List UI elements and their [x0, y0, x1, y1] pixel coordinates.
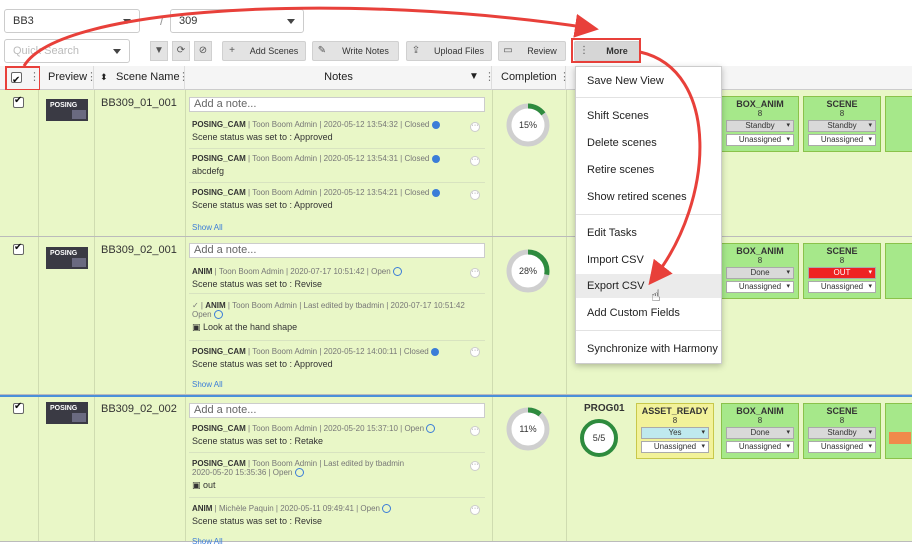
annotation-arrows: [22, 6, 702, 286]
annotation-arrow-to-more: [22, 6, 599, 67]
annotation-arrow-to-export: [639, 50, 702, 286]
